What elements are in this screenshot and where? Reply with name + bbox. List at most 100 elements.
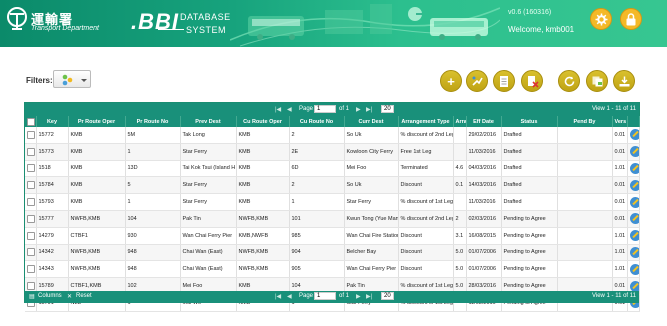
edit-cell[interactable]: [627, 160, 640, 178]
row-checkbox[interactable]: [27, 181, 35, 190]
table-cell: 14/03/2016: [466, 176, 502, 195]
next-page-icon[interactable]: ▶: [356, 293, 361, 300]
document-button[interactable]: [493, 70, 515, 92]
refresh-button[interactable]: [558, 70, 580, 92]
table-row[interactable]: 15777 NWFB,KMB 104 Pak Tin NWFB,KMB 101 Kwun T…: [25, 210, 640, 228]
page-number-input[interactable]: 1: [314, 105, 336, 113]
last-page-icon[interactable]: ▶|: [366, 293, 372, 300]
row-select-cell[interactable]: [25, 227, 37, 245]
row-select-cell[interactable]: [25, 244, 37, 262]
table-cell: 14343: [36, 260, 69, 279]
row-checkbox[interactable]: [27, 265, 35, 274]
edit-pencil-icon[interactable]: [629, 246, 638, 258]
table-cell: 5.0: [453, 260, 467, 279]
filter-dropdown[interactable]: [53, 70, 91, 88]
row-checkbox[interactable]: [27, 282, 35, 291]
column-header[interactable]: Arrangement Type: [398, 116, 454, 127]
row-select-cell[interactable]: [25, 127, 37, 144]
edit-cell[interactable]: [627, 227, 640, 245]
last-page-icon[interactable]: ▶|: [366, 106, 372, 113]
table-cell: NWFB,KMB: [236, 210, 290, 228]
column-header[interactable]: Pend By: [557, 116, 613, 127]
row-checkbox[interactable]: [27, 147, 35, 156]
row-select-cell[interactable]: [25, 210, 37, 228]
table-cell: 985: [289, 227, 345, 245]
columns-button[interactable]: Columns: [38, 293, 62, 299]
page-size-select[interactable]: 20: [381, 292, 394, 300]
edit-pencil-icon[interactable]: [629, 179, 638, 191]
copy-button[interactable]: [586, 70, 608, 92]
column-header[interactable]: Cu Route No: [289, 116, 345, 127]
edit-cell[interactable]: [627, 193, 640, 211]
prev-page-icon[interactable]: ◀: [287, 293, 292, 300]
row-checkbox[interactable]: [27, 231, 35, 240]
edit-pencil-icon[interactable]: [629, 230, 638, 242]
table-row[interactable]: 14343 NWFB,KMB 948 Chai Wan (East) NWFB,KMB 9…: [25, 260, 640, 279]
edit-pencil-icon[interactable]: [629, 196, 638, 208]
row-select-cell[interactable]: [25, 160, 37, 178]
edit-cell[interactable]: [627, 260, 640, 279]
row-checkbox[interactable]: [27, 130, 35, 139]
row-select-cell[interactable]: [25, 143, 37, 161]
table-row[interactable]: 15793 KMB 1 Star Ferry KMB 1 Star Ferry% disco…: [25, 193, 640, 211]
row-select-cell[interactable]: [25, 176, 37, 195]
row-checkbox[interactable]: [27, 214, 35, 223]
page-size-select[interactable]: 20: [381, 105, 394, 113]
table-cell: 101: [289, 210, 345, 228]
first-page-icon[interactable]: |◀: [275, 293, 281, 300]
route-edit-button[interactable]: [466, 70, 488, 92]
column-header[interactable]: Pr Route Oper: [68, 116, 126, 127]
column-header[interactable]: Pr Route No: [125, 116, 181, 127]
table-cell: Chai Wan (East): [180, 260, 237, 279]
row-checkbox[interactable]: [27, 248, 35, 257]
column-header[interactable]: Eff Date: [466, 116, 502, 127]
table-cell: Chai Wan (East): [180, 244, 237, 262]
table-row[interactable]: 14279 CTBF1 930 Wan Chai Ferry Pier KMB,NWFB…: [25, 227, 640, 245]
edit-pencil-icon[interactable]: [629, 146, 638, 158]
reset-button[interactable]: Reset: [76, 293, 92, 299]
first-page-icon[interactable]: |◀: [275, 106, 281, 113]
column-header[interactable]: Vers: [612, 116, 628, 127]
edit-cell[interactable]: [627, 127, 640, 144]
table-cell: 905: [289, 260, 345, 279]
column-header[interactable]: Cu Route Oper: [236, 116, 290, 127]
prev-page-icon[interactable]: ◀: [287, 106, 292, 113]
row-checkbox[interactable]: [27, 198, 35, 207]
row-select-cell[interactable]: [25, 193, 37, 211]
column-header[interactable]: Key: [36, 116, 69, 127]
add-button[interactable]: +: [440, 70, 462, 92]
columns-icon[interactable]: ▤: [29, 293, 35, 300]
edit-cell[interactable]: [627, 143, 640, 161]
table-row[interactable]: 1518 KMB 13D Tai Kok Tsui (Island H KMB 6D Mei…: [25, 160, 640, 178]
table-cell: % discount of 1st Leg: [398, 193, 454, 211]
row-select-cell[interactable]: [25, 260, 37, 279]
edit-pencil-icon[interactable]: [629, 263, 638, 275]
edit-pencil-icon[interactable]: [629, 162, 638, 174]
edit-pencil-icon[interactable]: [629, 129, 638, 141]
select-all-header[interactable]: [25, 116, 37, 127]
column-header[interactable]: Status: [501, 116, 558, 127]
delete-document-button[interactable]: [521, 70, 543, 92]
export-button[interactable]: [613, 70, 635, 92]
edit-cell[interactable]: [627, 244, 640, 262]
row-checkbox[interactable]: [27, 164, 35, 173]
table-cell: Discount: [398, 244, 454, 262]
edit-pencil-icon[interactable]: [629, 213, 638, 225]
edit-pencil-icon[interactable]: [629, 280, 638, 292]
table-row[interactable]: 14342 NWFB,KMB 948 Chai Wan (East) NWFB,KMB 9…: [25, 244, 640, 262]
table-cell: KMB: [68, 193, 126, 211]
column-header[interactable]: Arra: [453, 116, 467, 127]
table-row[interactable]: 15772 KMB 5M Tak Long KMB 2 So Uk% discount of…: [25, 127, 640, 144]
table-row[interactable]: 15773 KMB 1 Star Ferry KMB 2E Kowloon City Fer…: [25, 143, 640, 161]
column-header[interactable]: Curr Dest: [344, 116, 399, 127]
page-number-input[interactable]: 1: [314, 292, 336, 300]
next-page-icon[interactable]: ▶: [356, 106, 361, 113]
reset-icon[interactable]: ✕: [67, 293, 72, 300]
select-all-checkbox[interactable]: [27, 117, 35, 126]
table-row[interactable]: 15784 KMB 5 Star Ferry KMB 2 So Uk Discount 0.1 1…: [25, 176, 640, 195]
edit-cell[interactable]: [627, 176, 640, 195]
settings-button[interactable]: [590, 8, 612, 30]
edit-cell[interactable]: [627, 210, 640, 228]
logout-button[interactable]: [620, 8, 642, 30]
column-header[interactable]: Prev Dest: [180, 116, 237, 127]
